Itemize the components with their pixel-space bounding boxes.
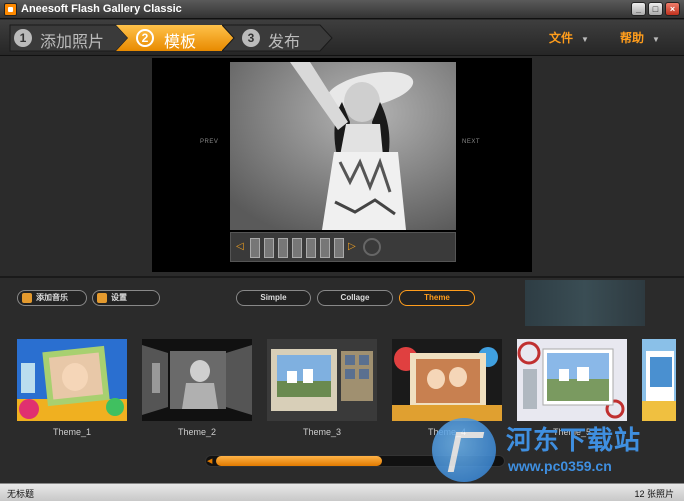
status-bar: 无标题 12 张照片 bbox=[0, 483, 684, 501]
theme-label: Theme_1 bbox=[52, 427, 92, 437]
step-label: 模板 bbox=[164, 34, 197, 51]
thumbnail[interactable] bbox=[264, 238, 274, 258]
gallery-preview: PREV NEXT ◁ ▷ bbox=[152, 58, 532, 272]
tab-simple[interactable]: Simple bbox=[236, 290, 311, 306]
background-color-preview[interactable] bbox=[525, 280, 645, 326]
thumbnail[interactable] bbox=[320, 238, 330, 258]
window-title: Aneesoft Flash Gallery Classic bbox=[21, 3, 182, 15]
add-music-button[interactable]: 添加音乐 bbox=[17, 290, 87, 306]
thumbstrip-prev-arrow[interactable]: ◁ bbox=[236, 241, 244, 252]
theme-thumbnail bbox=[142, 339, 252, 421]
photo-illustration bbox=[230, 62, 456, 230]
theme-scroll-thumb[interactable] bbox=[216, 456, 382, 466]
theme-label: Theme_3 bbox=[302, 427, 342, 437]
menu-file-label: 文件 bbox=[549, 31, 574, 45]
thumbstrip-next-arrow[interactable]: ▷ bbox=[348, 241, 356, 252]
chevron-down-icon: ▼ bbox=[652, 35, 660, 44]
step-label: 添加照片 bbox=[40, 34, 105, 51]
theme-thumbnail bbox=[17, 339, 127, 421]
minimize-button[interactable]: _ bbox=[631, 2, 646, 16]
next-button[interactable]: NEXT bbox=[462, 139, 480, 145]
tab-theme[interactable]: Theme bbox=[399, 290, 475, 306]
tools-icon bbox=[97, 292, 107, 303]
app-icon bbox=[4, 3, 17, 16]
divider bbox=[0, 276, 684, 278]
thumbnail-strip: ◁ ▷ bbox=[230, 232, 456, 262]
theme-thumbnail bbox=[517, 339, 627, 421]
title-bar: Aneesoft Flash Gallery Classic _ □ × bbox=[0, 0, 684, 19]
step-number: 1 bbox=[14, 29, 32, 47]
thumbnail[interactable] bbox=[306, 238, 316, 258]
menu-help[interactable]: 帮助 ▼ bbox=[620, 29, 660, 46]
chevron-down-icon: ▼ bbox=[581, 35, 589, 44]
menu-help-label: 帮助 bbox=[620, 31, 645, 45]
menu-file[interactable]: 文件 ▼ bbox=[549, 29, 589, 46]
add-music-label: 添加音乐 bbox=[36, 293, 68, 302]
watermark-title: 河东下载站 bbox=[506, 425, 642, 455]
tab-collage[interactable]: Collage bbox=[317, 290, 393, 306]
step-label: 发布 bbox=[268, 34, 301, 51]
step-number: 3 bbox=[242, 29, 260, 47]
thumbnail[interactable] bbox=[250, 238, 260, 258]
thumbnail[interactable] bbox=[278, 238, 288, 258]
thumbnail[interactable] bbox=[292, 238, 302, 258]
theme-label: Theme_2 bbox=[177, 427, 217, 437]
watermark-logo bbox=[432, 418, 496, 482]
photo-count: 12 张照片 bbox=[634, 489, 674, 499]
music-icon bbox=[22, 292, 32, 303]
theme-thumbnail bbox=[267, 339, 377, 421]
step-number: 2 bbox=[136, 29, 154, 47]
theme-thumbnail bbox=[642, 339, 676, 421]
watermark-url: www.pc0359.cn bbox=[508, 458, 612, 474]
step-publish[interactable]: 3 发布 bbox=[222, 23, 338, 53]
step-bar: 1 添加照片 2 模板 3 发布 文件 ▼ 帮助 ▼ bbox=[0, 20, 684, 56]
maximize-button[interactable]: □ bbox=[648, 2, 663, 16]
prev-button[interactable]: PREV bbox=[200, 139, 218, 145]
settings-label: 设置 bbox=[111, 293, 127, 302]
scroll-left-arrow[interactable]: ◀ bbox=[207, 457, 212, 465]
document-title: 无标题 bbox=[7, 489, 35, 499]
preview-photo bbox=[230, 62, 456, 230]
settings-button[interactable]: 设置 bbox=[92, 290, 160, 306]
close-button[interactable]: × bbox=[665, 2, 680, 16]
thumbnail[interactable] bbox=[334, 238, 344, 258]
step-template[interactable]: 2 模板 bbox=[116, 23, 234, 53]
step-add-photos[interactable]: 1 添加照片 bbox=[8, 23, 129, 53]
theme-thumbnail bbox=[392, 339, 502, 421]
gear-icon[interactable] bbox=[363, 238, 381, 256]
